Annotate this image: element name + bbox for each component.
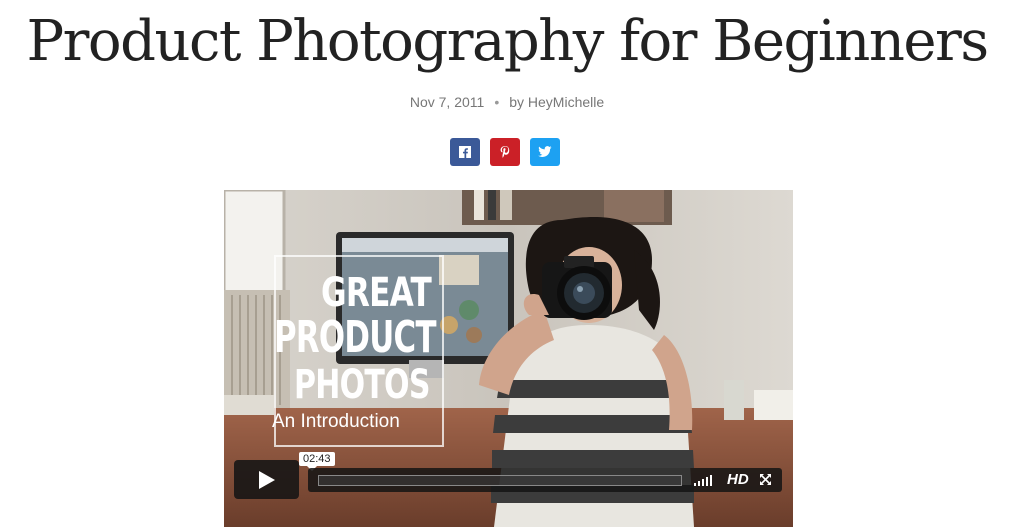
- article-date: Nov 7, 2011: [409, 94, 485, 110]
- player-controls: 02:43 HD: [232, 452, 785, 500]
- play-button[interactable]: [234, 460, 299, 499]
- twitter-icon: [538, 146, 552, 157]
- article-meta: Nov 7, 2011 • by HeyMichelle: [0, 94, 1014, 110]
- facebook-icon: [459, 146, 471, 158]
- overlay-line-3: PHOTOS: [294, 362, 430, 408]
- video-player[interactable]: GREAT PRODUCT PHOTOS An Introduction 02:…: [224, 190, 793, 527]
- progress-bar[interactable]: [318, 475, 682, 486]
- play-icon: [258, 470, 275, 489]
- pinterest-share-button[interactable]: [490, 138, 520, 166]
- article-author[interactable]: by HeyMichelle: [509, 94, 604, 110]
- hd-toggle[interactable]: HD: [727, 471, 749, 488]
- overlay-line-1: GREAT: [321, 270, 432, 316]
- facebook-share-button[interactable]: [450, 138, 480, 166]
- share-buttons: [450, 138, 560, 166]
- fullscreen-icon: [760, 474, 771, 485]
- twitter-share-button[interactable]: [530, 138, 560, 166]
- overlay-subtitle: An Introduction: [272, 411, 400, 432]
- control-bar: HD: [308, 468, 782, 492]
- article-title: Product Photography for Beginners: [26, 9, 989, 74]
- volume-icon[interactable]: [694, 474, 712, 486]
- meta-separator: •: [494, 94, 500, 110]
- fullscreen-button[interactable]: [759, 473, 772, 491]
- timecode-tooltip: 02:43: [299, 452, 335, 471]
- pinterest-icon: [500, 146, 510, 158]
- overlay-line-2: PRODUCT: [274, 312, 436, 363]
